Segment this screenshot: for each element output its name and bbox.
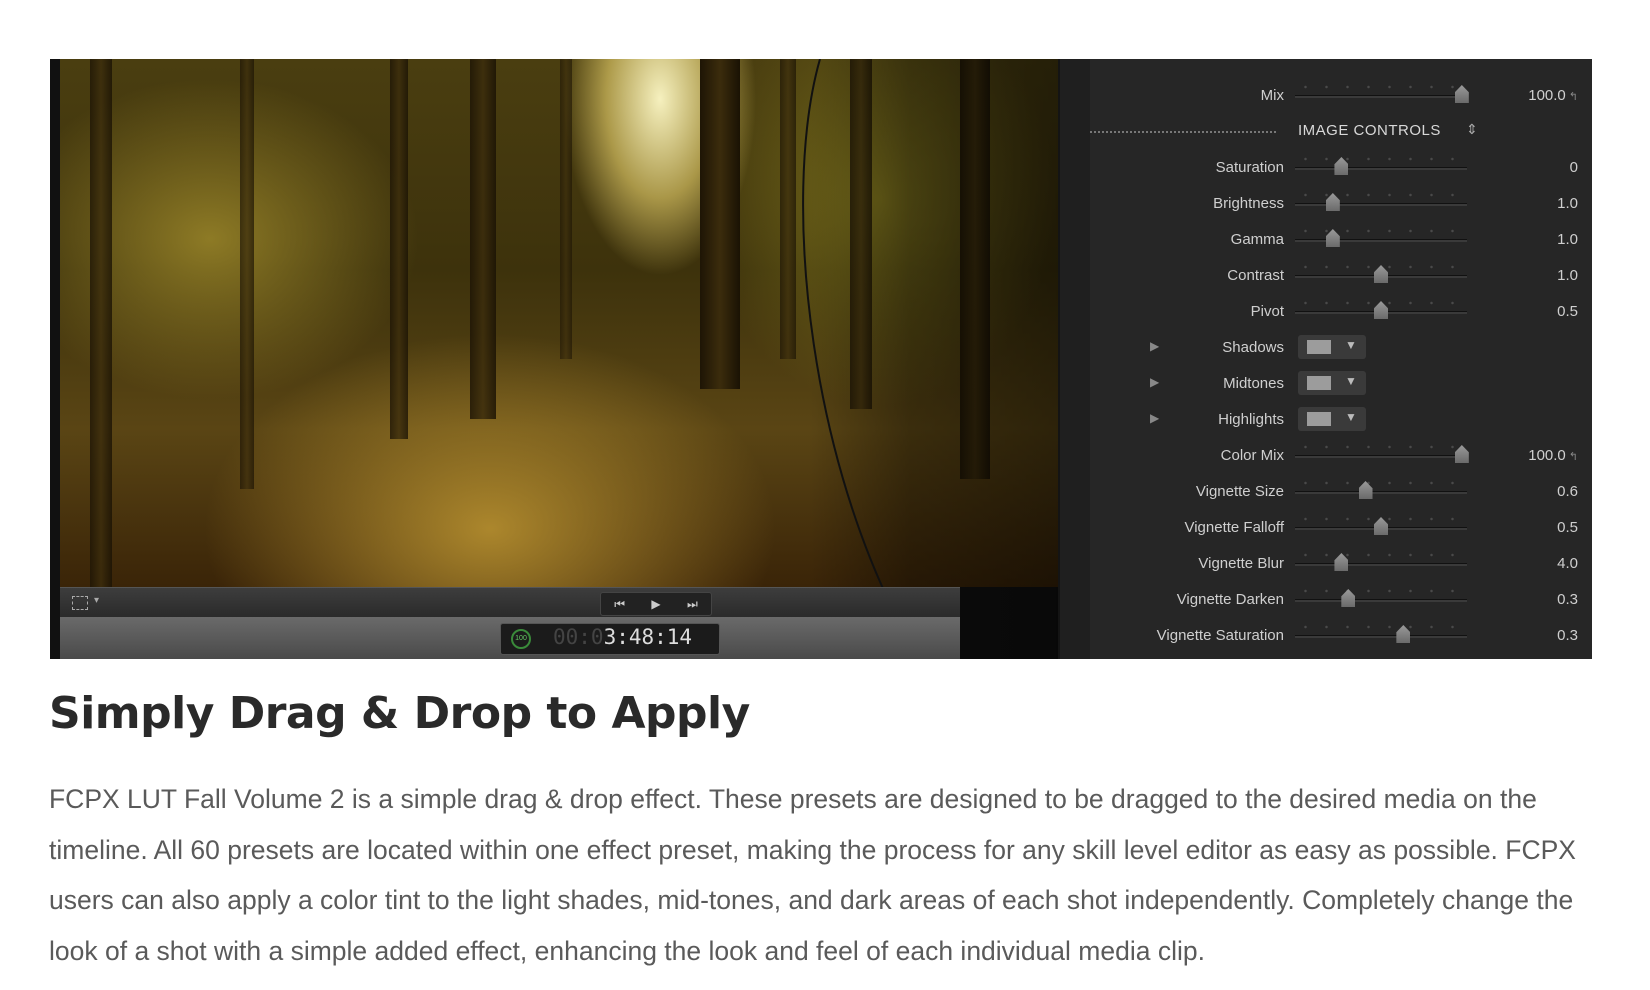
color-swatch-button[interactable]: ▼ xyxy=(1298,371,1366,395)
slider-track[interactable] xyxy=(1295,203,1467,206)
slider-track[interactable] xyxy=(1295,599,1467,602)
slider-track[interactable] xyxy=(1295,491,1467,494)
slider-value[interactable]: 1.0 xyxy=(1557,231,1578,248)
slider-value[interactable]: 0 xyxy=(1570,159,1578,176)
slider-value[interactable]: 0.3 xyxy=(1557,627,1578,644)
slider-value[interactable]: 0.5 xyxy=(1557,303,1578,320)
stepper-icon[interactable]: ⇕ xyxy=(1466,121,1478,138)
slider-track[interactable] xyxy=(1295,95,1467,98)
slider-row-saturation: Saturation 0 xyxy=(1090,149,1592,185)
slider-row-mix: Mix 100.0 ↰ xyxy=(1090,77,1592,113)
slider-value[interactable]: 0.5 xyxy=(1557,519,1578,536)
slider-label: Vignette Saturation xyxy=(1156,627,1284,644)
timecode-text: 00:03:48:14 xyxy=(553,625,693,649)
slider-row-gamma: Gamma 1.0 xyxy=(1090,221,1592,257)
color-label: Highlights xyxy=(1218,411,1284,428)
slider-value[interactable]: 1.0 xyxy=(1557,267,1578,284)
color-chip xyxy=(1307,340,1331,354)
slider-label: Mix xyxy=(1260,87,1284,104)
color-chip xyxy=(1307,376,1331,390)
slider-label: Brightness xyxy=(1213,195,1284,212)
disclosure-triangle-icon[interactable]: ▶ xyxy=(1150,411,1159,425)
slider-label: Contrast xyxy=(1227,267,1284,284)
slider-row-color-mix: Color Mix 100.0 ↰ xyxy=(1090,437,1592,473)
slider-track[interactable] xyxy=(1295,455,1467,458)
inspector-panel: Mix 100.0 ↰ IMAGE CONTROLS ⇕ Saturation 0 B… xyxy=(1058,59,1592,659)
slider-row-vignette-size: Vignette Size 0.6 xyxy=(1090,473,1592,509)
chevron-down-icon[interactable]: ▾ xyxy=(94,595,99,606)
timecode-bar: 100 00:03:48:14 xyxy=(60,617,960,659)
video-viewer: ▾ ⏮ ▶ ⏭ 100 00:03:48:14 xyxy=(50,59,1058,659)
skip-back-icon[interactable]: ⏮ xyxy=(614,597,625,612)
section-title: IMAGE CONTROLS xyxy=(1298,122,1441,139)
slider-value[interactable]: 1.0 xyxy=(1557,195,1578,212)
slider-label: Saturation xyxy=(1215,159,1284,176)
color-row-midtones: ▶ Midtones ▼ xyxy=(1090,365,1592,401)
slider-label: Pivot xyxy=(1250,303,1284,320)
selection-icon[interactable] xyxy=(72,596,88,610)
slider-row-pivot: Pivot 0.5 xyxy=(1090,293,1592,329)
color-row-shadows: ▶ Shadows ▼ xyxy=(1090,329,1592,365)
slider-track[interactable] xyxy=(1295,167,1467,170)
disclosure-triangle-icon[interactable]: ▶ xyxy=(1150,375,1159,389)
slider-label: Gamma xyxy=(1230,231,1284,248)
color-chip xyxy=(1307,412,1331,426)
color-swatch-button[interactable]: ▼ xyxy=(1298,407,1366,431)
color-label: Shadows xyxy=(1222,339,1284,356)
audio-meter-icon: 100 xyxy=(511,629,531,649)
slider-track[interactable] xyxy=(1295,563,1467,566)
slider-label: Vignette Size xyxy=(1195,483,1284,500)
color-swatch-button[interactable]: ▼ xyxy=(1298,335,1366,359)
color-label: Midtones xyxy=(1223,375,1284,392)
slider-row-vignette-darken: Vignette Darken 0.3 xyxy=(1090,581,1592,617)
disclosure-triangle-icon[interactable]: ▶ xyxy=(1150,339,1159,353)
slider-row-vignette-blur: Vignette Blur 4.0 xyxy=(1090,545,1592,581)
slider-value[interactable]: 0.3 xyxy=(1557,591,1578,608)
slider-row-brightness: Brightness 1.0 xyxy=(1090,185,1592,221)
slider-track[interactable] xyxy=(1295,635,1467,638)
page-curl-line xyxy=(802,59,921,659)
color-row-highlights: ▶ Highlights ▼ xyxy=(1090,401,1592,437)
slider-row-contrast: Contrast 1.0 xyxy=(1090,257,1592,293)
section-heading: Simply Drag & Drop to Apply xyxy=(49,688,750,739)
chevron-down-icon: ▼ xyxy=(1345,338,1357,352)
viewer-toolbar: ▾ ⏮ ▶ ⏭ xyxy=(60,587,960,618)
skip-forward-icon[interactable]: ⏭ xyxy=(687,597,698,612)
slider-value[interactable]: 100.0 ↰ xyxy=(1528,447,1578,464)
slider-row-vignette-falloff: Vignette Falloff 0.5 xyxy=(1090,509,1592,545)
slider-label: Color Mix xyxy=(1220,447,1284,464)
image-controls-section: IMAGE CONTROLS ⇕ xyxy=(1090,113,1592,149)
slider-value[interactable]: 0.6 xyxy=(1557,483,1578,500)
slider-row-vignette-saturation: Vignette Saturation 0.3 xyxy=(1090,617,1592,653)
slider-track[interactable] xyxy=(1295,239,1467,242)
transport-controls: ⏮ ▶ ⏭ xyxy=(600,592,712,616)
timecode-display[interactable]: 100 00:03:48:14 xyxy=(500,623,720,655)
slider-label: Vignette Blur xyxy=(1198,555,1284,572)
play-icon[interactable]: ▶ xyxy=(651,597,660,611)
description-paragraph: FCPX LUT Fall Volume 2 is a simple drag … xyxy=(49,784,1576,966)
chevron-down-icon: ▼ xyxy=(1345,410,1357,424)
product-screenshot: ▾ ⏮ ▶ ⏭ 100 00:03:48:14 Mix 100.0 ↰ IMAG… xyxy=(50,59,1592,659)
slider-label: Vignette Darken xyxy=(1176,591,1284,608)
slider-value[interactable]: 4.0 xyxy=(1557,555,1578,572)
slider-label: Vignette Falloff xyxy=(1184,519,1284,536)
chevron-down-icon: ▼ xyxy=(1345,374,1357,388)
slider-value[interactable]: 100.0 ↰ xyxy=(1528,87,1578,104)
